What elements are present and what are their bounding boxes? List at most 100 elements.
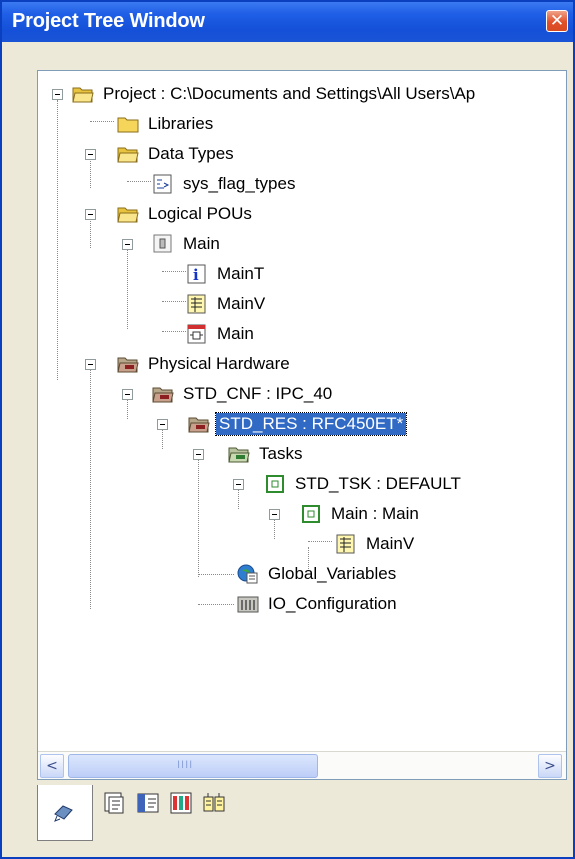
program-instance-icon — [300, 504, 322, 524]
project-tree-tab-icon — [52, 800, 76, 829]
tab-4[interactable] — [167, 789, 201, 821]
folder-icon — [117, 114, 139, 134]
tree-item-label: Main : Main — [331, 504, 419, 523]
tab-2[interactable] — [101, 789, 135, 821]
scroll-left-button[interactable]: < — [40, 754, 64, 778]
tree-item-label: MainV — [217, 294, 266, 313]
collapse-toggle[interactable] — [85, 209, 96, 220]
tree-line — [308, 541, 332, 542]
svg-text:i: i — [193, 266, 199, 284]
collapse-toggle[interactable] — [233, 479, 244, 490]
close-icon: ✕ — [549, 11, 565, 31]
tree-line — [162, 301, 186, 302]
tree-item-main-instance[interactable]: Main : Main — [300, 500, 422, 528]
tree-item-label: Project : C:\Documents and Settings\All … — [103, 84, 476, 103]
tree-item-project[interactable]: Project : C:\Documents and Settings\All … — [72, 80, 478, 108]
collapse-toggle[interactable] — [269, 509, 280, 520]
tree-line — [162, 271, 186, 272]
tree-item-label: STD_CNF : IPC_40 — [183, 384, 333, 403]
tree-item-label: Data Types — [148, 144, 234, 163]
tree-line — [198, 604, 234, 605]
tree-line — [238, 487, 239, 509]
tree-item-label: Libraries — [148, 114, 214, 133]
tree-item-label: Main — [217, 324, 254, 343]
horizontal-scrollbar[interactable]: < IIII > — [38, 751, 566, 779]
tree-item-std-res[interactable]: STD_RES : RFC450ET* — [188, 410, 408, 438]
collapse-toggle[interactable] — [122, 389, 133, 400]
tree-line — [162, 331, 186, 332]
tab-3[interactable] — [134, 789, 168, 821]
window-title: Project Tree Window — [12, 10, 205, 32]
tree-item-label: IO_Configuration — [268, 594, 397, 613]
tree-line — [198, 457, 199, 577]
tree-line — [274, 517, 275, 539]
tree-line — [127, 181, 151, 182]
arrow-left-icon: < — [46, 758, 58, 774]
tree-item-tasks[interactable]: Tasks — [228, 440, 305, 468]
arrow-right-icon: > — [544, 758, 556, 774]
tab-4-icon — [167, 792, 195, 821]
tree-item-label: Tasks — [259, 444, 303, 463]
folder-open-icon — [72, 84, 94, 104]
tree-item-label: Logical POUs — [148, 204, 252, 223]
tree-item-physical-hardware[interactable]: Physical Hardware — [117, 350, 293, 378]
tab-5[interactable] — [200, 789, 234, 821]
tree-item-libraries[interactable]: Libraries — [117, 110, 216, 138]
tree-item-logical-pous[interactable]: Logical POUs — [117, 200, 255, 228]
tree-item-sys-flag-types[interactable]: sys_flag_types — [152, 170, 298, 198]
variables-icon — [186, 294, 208, 314]
tree-line — [127, 397, 128, 419]
tasks-folder-icon — [228, 444, 250, 464]
collapse-toggle[interactable] — [52, 89, 63, 100]
hardware-folder-icon — [188, 414, 210, 434]
tree-item-data-types[interactable]: Data Types — [117, 140, 237, 168]
collapse-toggle[interactable] — [193, 449, 204, 460]
hardware-folder-icon — [152, 384, 174, 404]
tree-item-main-code[interactable]: Main — [186, 320, 257, 348]
tab-3-icon — [134, 793, 162, 821]
tree-item-label: STD_RES : RFC450ET* — [214, 412, 408, 436]
io-configuration-icon — [237, 594, 259, 614]
folder-open-icon — [117, 204, 139, 224]
tree-line — [57, 100, 58, 380]
tree-item-std-tsk[interactable]: STD_TSK : DEFAULT — [264, 470, 464, 498]
tree-item-io-configuration[interactable]: IO_Configuration — [237, 590, 400, 618]
tree-item-main-pou[interactable]: Main — [152, 230, 223, 258]
collapse-toggle[interactable] — [85, 359, 96, 370]
folder-open-icon — [117, 144, 139, 164]
variables-icon — [335, 534, 357, 554]
info-icon: i — [186, 264, 208, 284]
tree-item-label: MainV — [366, 534, 415, 553]
tree-item-maint[interactable]: i MainT — [186, 260, 267, 288]
tree-line — [90, 369, 91, 609]
project-tree[interactable]: Project : C:\Documents and Settings\All … — [37, 70, 567, 780]
tree-item-global-variables[interactable]: Global_Variables — [237, 560, 399, 588]
grip-icon: IIII — [177, 759, 194, 771]
tree-item-label: sys_flag_types — [183, 174, 296, 193]
global-variables-icon — [237, 564, 259, 584]
tab-5-icon — [200, 793, 228, 821]
hardware-folder-icon — [117, 354, 139, 374]
tree-line — [198, 574, 234, 575]
pou-icon — [152, 234, 174, 254]
tree-line — [90, 121, 114, 122]
collapse-toggle[interactable] — [157, 419, 168, 430]
tree-item-std-cnf[interactable]: STD_CNF : IPC_40 — [152, 380, 335, 408]
tree-line — [90, 156, 91, 188]
tree-item-label: Global_Variables — [268, 564, 397, 583]
tree-line — [162, 427, 163, 449]
tree-item-mainv-instance[interactable]: MainV — [335, 530, 417, 558]
tab-project-tree[interactable] — [37, 785, 93, 841]
tree-line — [127, 247, 128, 329]
tab-strip — [37, 785, 567, 845]
scrollbar-thumb[interactable]: IIII — [68, 754, 318, 778]
scroll-right-button[interactable]: > — [538, 754, 562, 778]
tree-item-label: Physical Hardware — [148, 354, 290, 373]
close-button[interactable]: ✕ — [546, 10, 568, 32]
tab-2-icon — [101, 792, 129, 821]
title-bar[interactable]: Project Tree Window ✕ — [2, 2, 573, 42]
data-type-icon — [152, 174, 174, 194]
tree-item-mainv[interactable]: MainV — [186, 290, 268, 318]
collapse-toggle[interactable] — [85, 149, 96, 160]
collapse-toggle[interactable] — [122, 239, 133, 250]
